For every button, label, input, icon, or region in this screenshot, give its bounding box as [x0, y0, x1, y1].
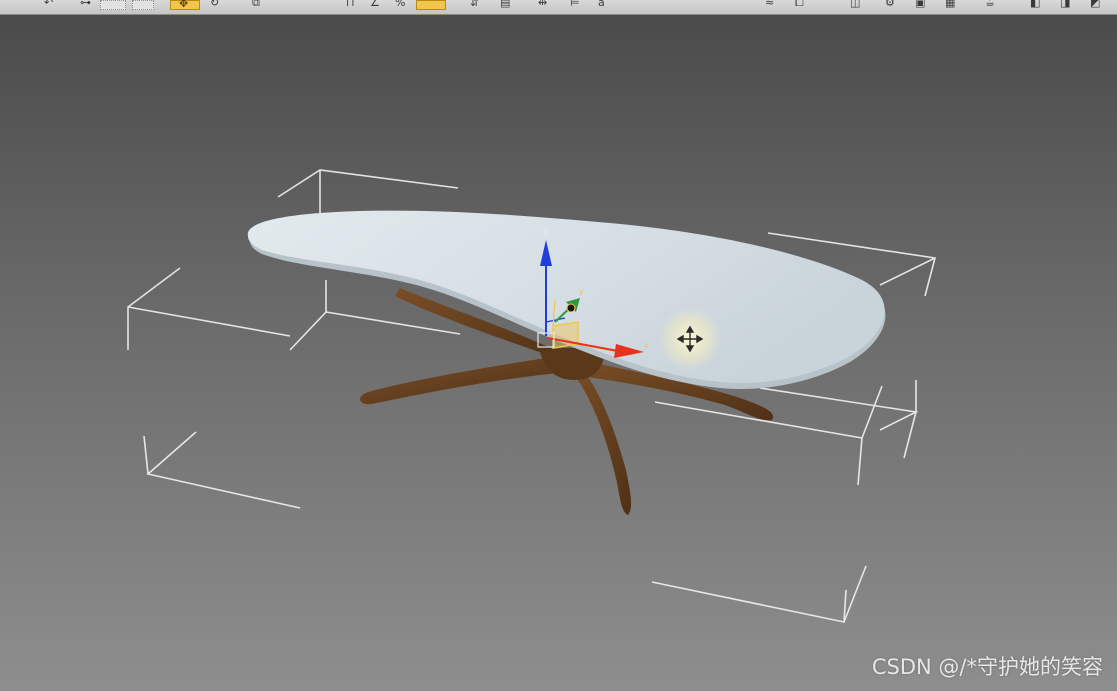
mirror-icon[interactable]: ⇹ — [538, 0, 547, 9]
perspective-viewport[interactable]: z y x CSDN @/*守护她的笑容 — [0, 15, 1117, 691]
percent-snap-icon[interactable]: % — [395, 0, 405, 9]
render-iterative-icon[interactable]: ◧ — [1030, 0, 1040, 9]
spinner-snap-icon[interactable]: ⇵ — [470, 0, 479, 9]
angle-snap-icon[interactable]: ∠ — [370, 0, 380, 9]
watermark-text: CSDN @/*守护她的笑容 — [871, 655, 1103, 679]
gizmo-z-label: z — [543, 227, 548, 237]
viewport-scene[interactable]: z y x — [0, 15, 1117, 691]
render-activeshade-icon[interactable]: ◨ — [1060, 0, 1070, 9]
material-editor-icon[interactable]: ◫ — [850, 0, 860, 9]
render-production-icon[interactable]: ☕ — [985, 0, 995, 9]
select-and-move-icon: ✥ — [179, 0, 189, 10]
region-select-button[interactable] — [100, 0, 126, 10]
window-crossing-button[interactable] — [132, 0, 154, 10]
curve-editor-icon[interactable]: ≈ — [765, 0, 774, 9]
gizmo-xy-plane[interactable] — [552, 321, 579, 349]
schematic-view-icon[interactable]: ⧠ — [795, 0, 804, 9]
rotate-icon[interactable]: ↻ — [210, 0, 219, 9]
gizmo-x-label: x — [644, 341, 649, 350]
render-setup-icon[interactable]: ⚙ — [885, 0, 895, 9]
align-icon[interactable]: ⊨ — [570, 0, 580, 9]
max-window: ↶ ⊶ ✥ ↻ ⧉ ⊓ ∠ % ⇵ ▤ ⇹ ⊨ a ≈ ⧠ ◫ ⚙ ▣ ▦ ☕ … — [0, 0, 1117, 691]
undo-icon[interactable]: ↶ — [44, 0, 53, 9]
main-toolbar: ↶ ⊶ ✥ ↻ ⧉ ⊓ ∠ % ⇵ ▤ ⇹ ⊨ a ≈ ⧠ ◫ ⚙ ▣ ▦ ☕ … — [0, 0, 1117, 15]
select-link-icon[interactable]: ⊶ — [80, 0, 91, 9]
snap-icon[interactable]: ⊓ — [346, 0, 355, 9]
render-online-icon[interactable]: ◩ — [1090, 0, 1100, 9]
scale-icon[interactable]: ⧉ — [252, 0, 260, 9]
named-selection-icon[interactable]: ▤ — [500, 0, 510, 9]
render-icon[interactable]: ▦ — [945, 0, 955, 9]
rendered-frame-icon[interactable]: ▣ — [915, 0, 925, 9]
text-abc-icon[interactable]: a — [598, 0, 605, 9]
gizmo-y-label: y — [579, 287, 584, 296]
select-and-move-button[interactable]: ✥ — [170, 0, 200, 10]
snap-toggle-button[interactable] — [416, 0, 446, 10]
